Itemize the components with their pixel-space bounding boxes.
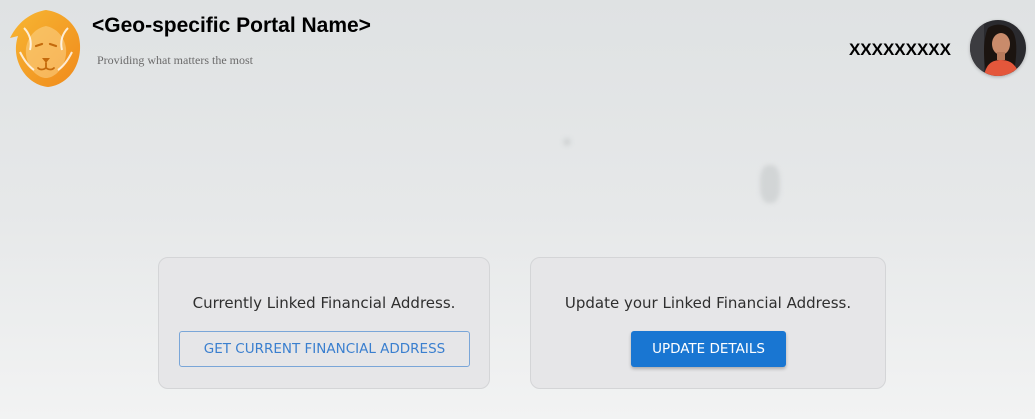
update-address-text: Update your Linked Financial Address.	[564, 294, 852, 312]
update-address-card: Update your Linked Financial Address. UP…	[530, 257, 886, 389]
portal-tagline: Providing what matters the most	[97, 53, 253, 67]
update-details-button[interactable]: UPDATE DETAILS	[631, 331, 786, 367]
background-smudge	[563, 138, 571, 146]
username-label: XXXXXXXXX	[848, 40, 951, 59]
current-address-card: Currently Linked Financial Address. GET …	[158, 257, 490, 389]
lion-logo-icon[interactable]	[8, 8, 84, 88]
background-smudge	[760, 165, 780, 203]
portal-name: <Geo-specific Portal Name>	[92, 14, 371, 37]
get-current-address-button[interactable]: GET CURRENT FINANCIAL ADDRESS	[179, 331, 470, 367]
current-address-text: Currently Linked Financial Address.	[192, 294, 456, 312]
user-avatar[interactable]	[970, 20, 1026, 76]
app-header: <Geo-specific Portal Name> Providing wha…	[0, 0, 1035, 100]
